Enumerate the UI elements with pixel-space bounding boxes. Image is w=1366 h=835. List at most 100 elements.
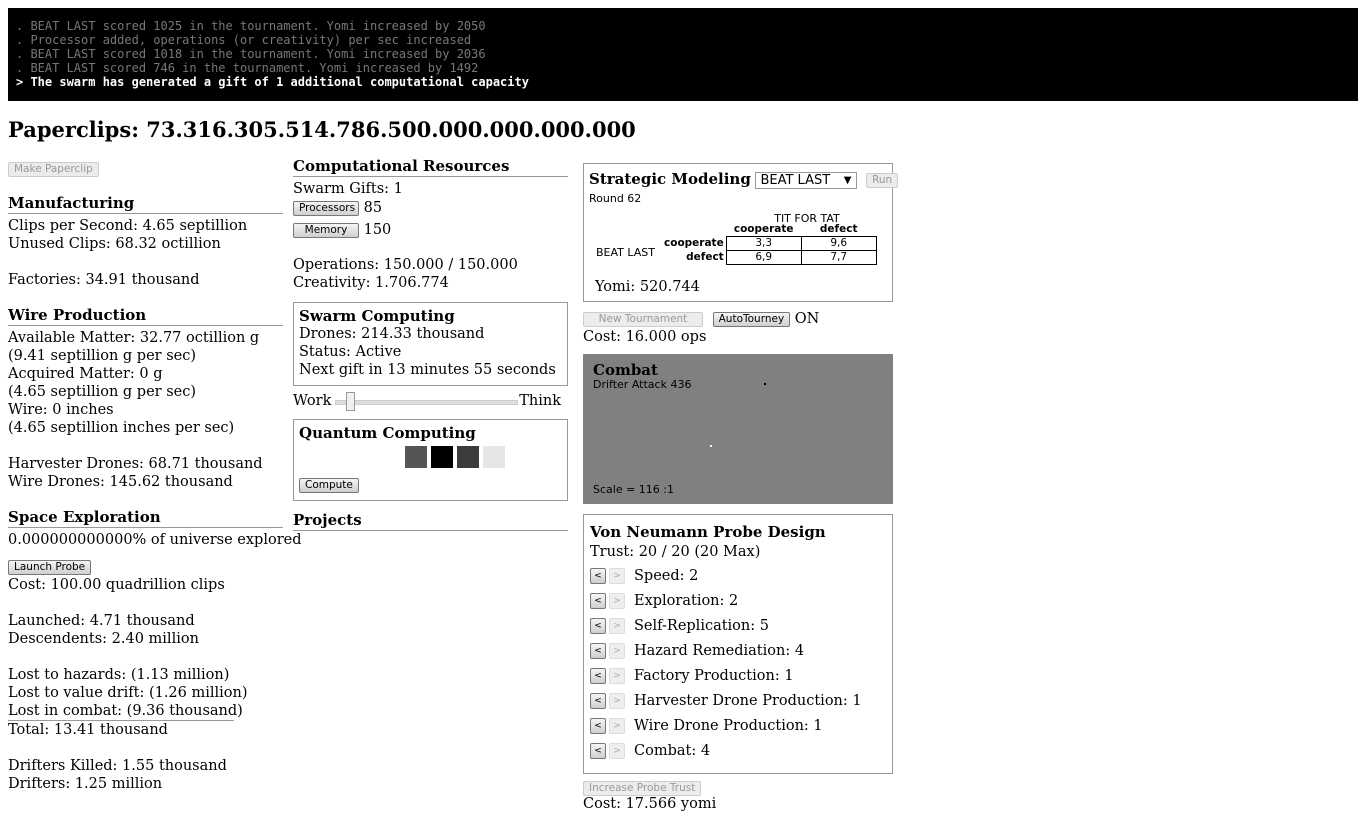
probe-stat-label: Speed: 2 [634,568,699,584]
new-tournament-button[interactable]: New Tournament [583,311,703,327]
wire-amount: Wire: 0 inches [8,402,114,418]
row-cooperate-label: cooperate [664,237,724,249]
swarm-computing-panel: Swarm Computing Drones: 214.33 thousand … [293,302,568,386]
col-cooperate-label: cooperate [733,223,794,235]
autotourney-button[interactable]: AutoTourney [712,311,791,327]
autotourney-state: ON [794,311,820,327]
quantum-chips [405,446,509,473]
increase-probe-trust-button[interactable]: Increase Probe Trust [583,780,702,796]
manufacturing-heading: Manufacturing [8,194,283,214]
decrease-stat-button[interactable]: < [590,593,606,609]
probe-stat-label: Factory Production: 1 [634,668,794,684]
factories: Factories: 34.91 thousand [8,272,200,288]
payoff-cell: 7,7 [800,250,877,265]
lost-in-combat: Lost in combat: (9.36 thousand) [8,703,243,721]
tournament-cost: Cost: 16.000 ops [583,329,707,345]
processors-button[interactable]: Processors [293,200,359,216]
launch-probe-button[interactable]: Launch Probe [8,559,92,575]
drifters: Drifters: 1.25 million [8,776,163,792]
slider-thumb[interactable] [346,392,356,411]
swarm-gifts: Swarm Gifts: 1 [293,181,403,197]
payoff-cell: 9,6 [800,236,877,251]
drifter-attack-label: Drifter Attack 436 [593,378,692,391]
decrease-stat-button[interactable]: < [590,568,606,584]
probe-ship [710,445,712,447]
probe-stat-label: Self-Replication: 5 [634,618,769,634]
probes-launched: Launched: 4.71 thousand [8,613,195,629]
decrease-stat-button[interactable]: < [590,668,606,684]
increase-stat-button[interactable]: > [609,693,625,709]
probe-stat-label: Harvester Drone Production: 1 [634,693,862,709]
operations: Operations: 150.000 / 150.000 [293,257,518,273]
yomi-value: Yomi: 520.744 [595,279,700,295]
make-paperclip-button[interactable]: Make Paperclip [8,161,99,177]
quantum-chip [405,446,427,468]
harvester-drones: Harvester Drones: 68.71 thousand [8,456,263,472]
compute-button[interactable]: Compute [299,477,359,493]
computational-resources-heading: Computational Resources [293,157,568,177]
work-think-slider-row: Work Think [293,386,568,419]
lost-to-hazards: Lost to hazards: (1.13 million) [8,667,230,683]
probe-stat-row: < > Hazard Remediation: 4 [590,639,886,664]
clips-per-second: Clips per Second: 4.65 septillion [8,218,248,234]
combat-heading: Combat [593,361,658,379]
probe-descendents: Descendents: 2.40 million [8,631,199,647]
launch-probe-cost: Cost: 100.00 quadrillion clips [8,577,225,593]
strategic-modeling-heading: Strategic Modeling [589,170,751,188]
slider-think-label: Think [519,393,561,409]
unused-clips: Unused Clips: 68.32 octillion [8,236,221,252]
combat-panel: Combat Drifter Attack 436 Scale = 116 :1 [583,354,893,504]
right-column: Strategic Modeling BEAT LAST ▼ Run Round… [583,163,899,813]
probe-stat-label: Combat: 4 [634,743,711,759]
increase-stat-button[interactable]: > [609,643,625,659]
memory-value: 150 [363,222,392,238]
probe-total: Total: 13.41 thousand [8,722,168,738]
probe-stat-row: < > Self-Replication: 5 [590,614,886,639]
wire-production-heading: Wire Production [8,306,283,326]
decrease-stat-button[interactable]: < [590,743,606,759]
probe-stat-list: < > Speed: 2 < > Exploration: 2 < > Self-Replica… [590,564,886,764]
page-title: Paperclips: 73.316.305.514.786.500.000.0… [8,117,636,142]
decrease-stat-button[interactable]: < [590,718,606,734]
chevron-down-icon: ▼ [843,174,852,186]
console-log: . BEAT LAST scored 1025 in the tournamen… [8,8,1358,101]
probe-trust-cost: Cost: 17.566 yomi [583,796,717,812]
console-line: . Processor added, operations (or creati… [16,33,472,47]
probe-stat-label: Hazard Remediation: 4 [634,643,805,659]
increase-stat-button[interactable]: > [609,743,625,759]
increase-stat-button[interactable]: > [609,718,625,734]
increase-stat-button[interactable]: > [609,618,625,634]
slider-work-label: Work [293,393,332,409]
left-column: Make Paperclip Manufacturing Clips per S… [8,160,302,793]
decrease-stat-button[interactable]: < [590,618,606,634]
payoff-cell: 6,9 [725,250,802,265]
swarm-drones: Drones: 214.33 thousand [299,326,485,342]
increase-stat-button[interactable]: > [609,593,625,609]
decrease-stat-button[interactable]: < [590,693,606,709]
col-defect-label: defect [819,223,858,235]
probe-stat-row: < > Wire Drone Production: 1 [590,714,886,739]
row-defect-label: defect [686,251,724,263]
decrease-stat-button[interactable]: < [590,643,606,659]
console-line: . BEAT LAST scored 1025 in the tournamen… [16,19,486,33]
available-matter: Available Matter: 32.77 octillion g [8,330,260,346]
probe-design-heading: Von Neumann Probe Design [590,523,826,541]
increase-stat-button[interactable]: > [609,668,625,684]
universe-explored: 0.000000000000% of universe explored [8,532,302,548]
run-button[interactable]: Run [866,172,899,188]
probe-stat-label: Exploration: 2 [634,593,739,609]
quantum-chip [483,446,505,468]
processors-value: 85 [363,200,383,216]
increase-stat-button[interactable]: > [609,568,625,584]
probe-stat-label: Wire Drone Production: 1 [634,718,823,734]
quantum-chip [431,446,453,468]
strategy-select[interactable]: BEAT LAST ▼ [755,171,858,189]
swarm-computing-heading: Swarm Computing [299,307,455,325]
middle-column: Computational Resources Swarm Gifts: 1 P… [293,157,568,534]
work-think-slider[interactable] [335,392,518,411]
quantum-chip [457,446,479,468]
quantum-computing-panel: Quantum Computing Compute [293,419,568,501]
player-name: BEAT LAST [596,246,655,259]
creativity: Creativity: 1.706.774 [293,275,449,291]
memory-button[interactable]: Memory [293,222,359,238]
